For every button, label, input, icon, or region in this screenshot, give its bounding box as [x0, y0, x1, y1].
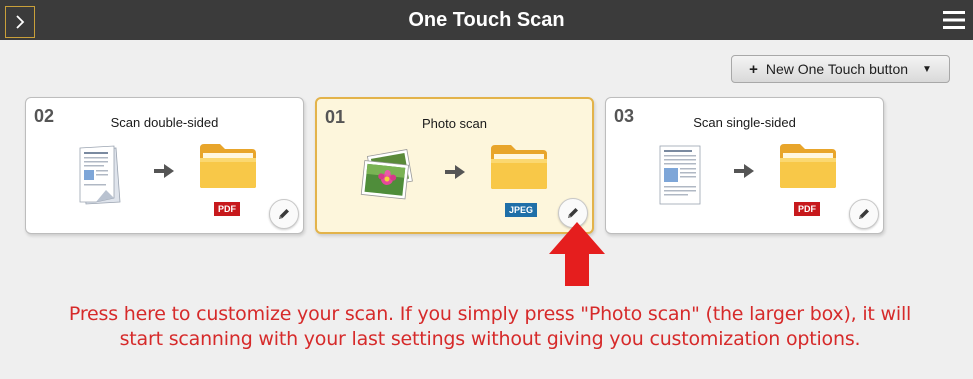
- folder-icon: [491, 145, 547, 189]
- card-name: Scan single-sided: [693, 115, 796, 130]
- folder-icon: [200, 144, 256, 188]
- title-bar: One Touch Scan: [0, 0, 973, 40]
- edit-scan-button[interactable]: [849, 199, 879, 229]
- arrow-right-icon: [734, 164, 754, 178]
- pencil-icon: [568, 208, 578, 218]
- pencil-icon: [859, 209, 869, 219]
- caret-down-icon: ▼: [922, 63, 932, 75]
- scan-card-photo[interactable]: 01 Photo scan JPEG: [315, 97, 594, 234]
- photos-icon: [360, 149, 413, 200]
- arrow-right-icon: [154, 164, 174, 178]
- format-badge: PDF: [794, 202, 820, 216]
- edit-scan-button[interactable]: [269, 199, 299, 229]
- scan-card-single-sided[interactable]: 03 Scan single-sided PDF: [605, 97, 884, 234]
- hamburger-menu-icon: [943, 11, 965, 29]
- format-badge: PDF: [214, 202, 240, 216]
- annotation-text: Press here to customize your scan. If yo…: [68, 303, 912, 350]
- scan-card-double-sided[interactable]: 02 Scan double-sided PDF: [25, 97, 304, 234]
- single-sided-document-icon: [659, 145, 701, 205]
- folder-icon: [780, 144, 836, 188]
- annotation-arrow-icon: [549, 222, 605, 286]
- plus-icon: +: [749, 60, 758, 78]
- arrow-right-icon: [445, 165, 465, 179]
- menu-button[interactable]: [939, 7, 969, 33]
- new-one-touch-button[interactable]: + New One Touch button ▼: [731, 55, 950, 83]
- card-name: Photo scan: [421, 116, 488, 131]
- new-one-touch-button-label: New One Touch button: [765, 61, 909, 77]
- card-name: Scan double-sided: [110, 115, 219, 130]
- pencil-icon: [279, 209, 289, 219]
- double-sided-document-icon: [79, 145, 121, 205]
- format-badge: JPEG: [505, 203, 538, 217]
- window-title: One Touch Scan: [408, 8, 565, 31]
